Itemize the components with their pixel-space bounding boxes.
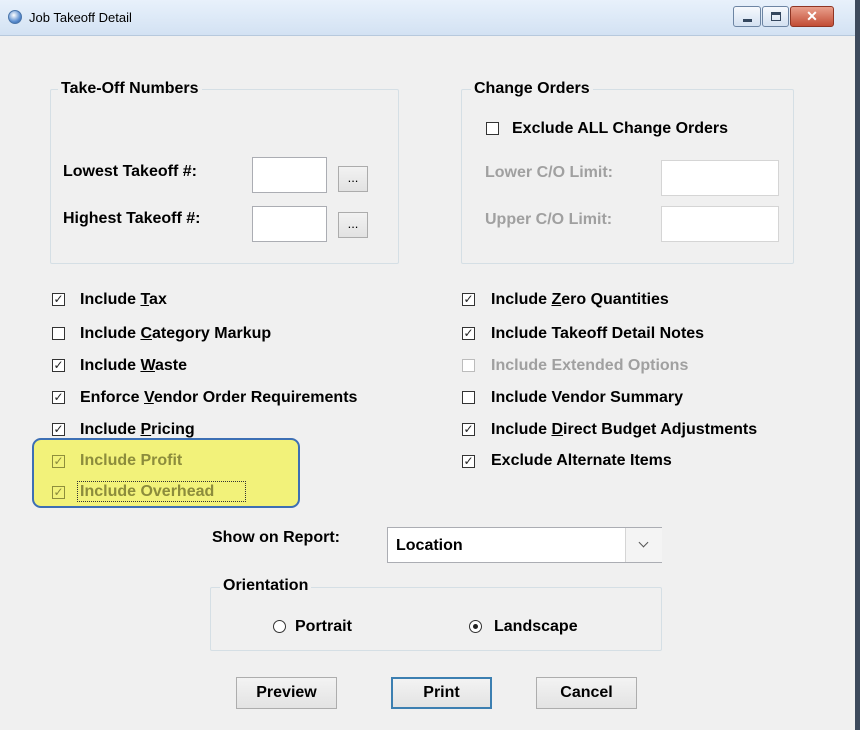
exclude-alternate-items-checkbox[interactable]: ✓ xyxy=(462,455,475,468)
include-direct-budget-adjustments-label: Include Direct Budget Adjustments xyxy=(491,421,758,438)
cancel-button[interactable]: Cancel xyxy=(536,677,637,709)
include-pricing-checkbox[interactable]: ✓ xyxy=(52,423,65,436)
exclude-all-change-orders-checkbox[interactable] xyxy=(486,122,499,135)
exclude-alternate-items-label: Exclude Alternate Items xyxy=(491,452,672,469)
upper-co-limit-label: Upper C/O Limit: xyxy=(485,211,613,228)
enforce-vendor-order-requirements-label: Enforce Vendor Order Requirements xyxy=(80,389,358,406)
include-vendor-summary-label: Include Vendor Summary xyxy=(491,389,684,406)
include-category-markup-checkbox[interactable] xyxy=(52,327,65,340)
maximize-icon xyxy=(771,12,781,21)
include-takeoff-detail-notes-checkbox[interactable]: ✓ xyxy=(462,327,475,340)
upper-co-limit-input[interactable] xyxy=(661,206,779,242)
highest-takeoff-label: Highest Takeoff #: xyxy=(63,210,201,227)
minimize-icon xyxy=(743,19,752,22)
preview-button[interactable]: Preview xyxy=(236,677,337,709)
orientation-group xyxy=(210,587,662,651)
include-direct-budget-adjustments-checkbox[interactable]: ✓ xyxy=(462,423,475,436)
window-edge xyxy=(855,0,860,730)
portrait-radio[interactable] xyxy=(273,620,286,633)
minimize-button[interactable] xyxy=(733,6,761,27)
chevron-down-icon xyxy=(638,537,649,548)
lower-co-limit-label: Lower C/O Limit: xyxy=(485,164,613,181)
window-title: Job Takeoff Detail xyxy=(29,10,132,25)
include-waste-label: Include Waste xyxy=(80,357,187,374)
include-zero-quantities-checkbox[interactable]: ✓ xyxy=(462,293,475,306)
portrait-label: Portrait xyxy=(295,618,352,635)
close-icon: ✕ xyxy=(806,8,818,24)
enforce-vendor-order-requirements-checkbox[interactable]: ✓ xyxy=(52,391,65,404)
maximize-button[interactable] xyxy=(762,6,789,27)
include-profit-label: Include Profit xyxy=(80,452,183,469)
include-takeoff-detail-notes-label: Include Takeoff Detail Notes xyxy=(491,325,705,342)
title-bar: Job Takeoff Detail ✕ xyxy=(0,0,860,36)
include-overhead-label: Include Overhead xyxy=(80,483,215,500)
include-profit-checkbox[interactable]: ✓ xyxy=(52,455,65,468)
include-pricing-label: Include Pricing xyxy=(80,421,195,438)
print-button[interactable]: Print xyxy=(391,677,492,709)
include-extended-options-label: Include Extended Options xyxy=(491,357,689,374)
app-icon xyxy=(8,10,22,24)
include-extended-options-checkbox xyxy=(462,359,475,372)
lowest-takeoff-label: Lowest Takeoff #: xyxy=(63,163,197,180)
include-tax-label: Include Tax xyxy=(80,291,167,308)
include-waste-checkbox[interactable]: ✓ xyxy=(52,359,65,372)
highest-takeoff-browse-button[interactable]: ... xyxy=(338,212,368,238)
show-on-report-value: Location xyxy=(396,537,463,554)
orientation-legend: Orientation xyxy=(220,577,312,595)
include-tax-checkbox[interactable]: ✓ xyxy=(52,293,65,306)
lower-co-limit-input[interactable] xyxy=(661,160,779,196)
takeoff-numbers-legend: Take-Off Numbers xyxy=(58,80,202,98)
show-on-report-label: Show on Report: xyxy=(212,529,340,546)
radio-selected-dot xyxy=(473,624,478,629)
landscape-radio[interactable] xyxy=(469,620,482,633)
highest-takeoff-input[interactable] xyxy=(252,206,327,242)
lowest-takeoff-browse-button[interactable]: ... xyxy=(338,166,368,192)
close-button[interactable]: ✕ xyxy=(790,6,834,27)
include-zero-quantities-label: Include Zero Quantities xyxy=(491,291,669,308)
landscape-label: Landscape xyxy=(494,618,578,635)
include-overhead-checkbox[interactable]: ✓ xyxy=(52,486,65,499)
lowest-takeoff-input[interactable] xyxy=(252,157,327,193)
dropdown-button[interactable] xyxy=(625,528,662,562)
show-on-report-select[interactable]: Location xyxy=(387,527,662,563)
include-category-markup-label: Include Category Markup xyxy=(80,325,272,342)
include-vendor-summary-checkbox[interactable] xyxy=(462,391,475,404)
exclude-all-change-orders-label: Exclude ALL Change Orders xyxy=(512,120,729,137)
change-orders-legend: Change Orders xyxy=(471,80,593,98)
